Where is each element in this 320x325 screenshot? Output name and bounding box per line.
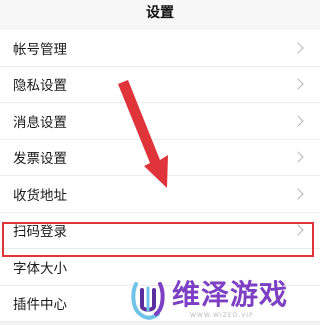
chevron-right-icon: [292, 42, 304, 54]
settings-item-label: 发票设置: [13, 151, 67, 168]
chevron-right-icon: [292, 115, 304, 127]
settings-item-messages[interactable]: 消息设置: [0, 103, 320, 140]
settings-header: 设置: [0, 0, 320, 30]
settings-item-label: 收货地址: [13, 187, 67, 204]
chevron-right-icon: [292, 78, 304, 90]
watermark-brand: 维泽游戏: [172, 278, 289, 311]
watermark: 维泽游戏 WWW.WIZED.VIP: [130, 278, 318, 324]
settings-item-privacy[interactable]: 隐私设置: [0, 67, 320, 103]
chevron-right-icon: [292, 151, 304, 163]
chevron-right-icon: [292, 188, 304, 200]
page-title: 设置: [146, 5, 174, 21]
watermark-logo-icon: [131, 282, 165, 320]
settings-item-label: 扫码登录: [13, 224, 67, 241]
settings-item-label: 帐号管理: [13, 41, 67, 58]
settings-item-label: 字体大小: [13, 260, 67, 277]
settings-item-label: 隐私设置: [13, 78, 67, 95]
settings-item-shipping-address[interactable]: 收货地址: [0, 176, 320, 213]
settings-item-account-management[interactable]: 帐号管理: [0, 30, 320, 67]
settings-item-scan-login[interactable]: 扫码登录: [0, 213, 320, 249]
settings-item-label: 消息设置: [13, 114, 67, 131]
watermark-url: WWW.WIZED.VIP: [190, 312, 254, 319]
chevron-right-icon: [292, 224, 304, 236]
settings-item-label: 插件中心: [13, 297, 67, 314]
settings-item-invoice[interactable]: 发票设置: [0, 140, 320, 176]
